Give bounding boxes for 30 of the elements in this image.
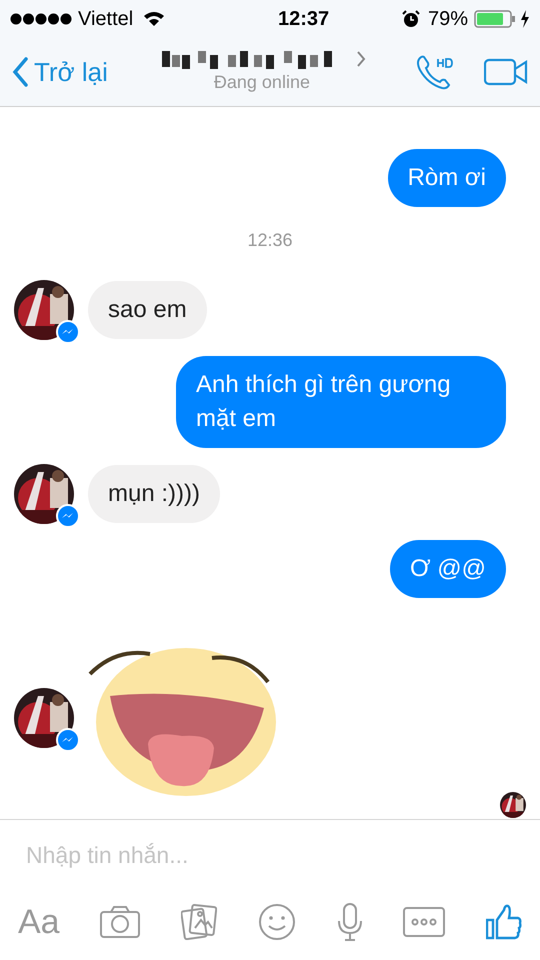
video-call-icon[interactable] xyxy=(484,58,528,86)
smiley-icon[interactable] xyxy=(258,903,296,941)
messenger-badge-icon xyxy=(56,504,80,528)
more-icon[interactable] xyxy=(403,907,446,937)
timestamp: 12:36 xyxy=(247,229,293,252)
back-icon xyxy=(12,57,28,87)
charging-icon xyxy=(520,10,530,28)
thumbs-up-icon[interactable] xyxy=(486,904,522,940)
signal-icon xyxy=(10,13,72,25)
message-bubble: mụn :)))) xyxy=(88,465,220,523)
message-bubble: Ơ @@ xyxy=(390,540,506,598)
online-status: Đang online xyxy=(214,70,310,94)
battery-icon xyxy=(474,10,516,28)
text-format-button[interactable]: Aa xyxy=(18,905,60,939)
status-time: 12:37 xyxy=(277,7,330,32)
chevron-right-icon[interactable] xyxy=(356,50,366,68)
photos-icon[interactable] xyxy=(181,904,218,940)
alarm-icon xyxy=(402,10,420,28)
message-bubble: Anh thích gì trên gương mặt em xyxy=(176,356,506,448)
message-bubble: sao em xyxy=(88,281,207,339)
back-button[interactable]: Trở lại xyxy=(12,52,108,92)
message-bubble: Ròm ơi xyxy=(388,149,506,207)
messenger-badge-icon xyxy=(56,320,80,344)
carrier-name: Viettel xyxy=(78,7,134,32)
hd-phone-icon[interactable] xyxy=(416,54,456,90)
messenger-badge-icon xyxy=(56,728,80,752)
microphone-icon[interactable] xyxy=(336,903,363,941)
camera-icon[interactable] xyxy=(100,906,140,938)
wifi-icon xyxy=(143,11,166,27)
battery-percent: 79% xyxy=(428,7,468,32)
